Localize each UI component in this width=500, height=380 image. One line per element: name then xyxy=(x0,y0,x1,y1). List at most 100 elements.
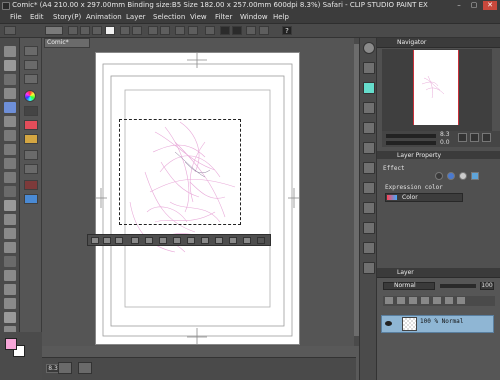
panel-icon[interactable] xyxy=(363,142,375,154)
move-layer-icon[interactable] xyxy=(4,88,16,99)
zoom-out-icon[interactable] xyxy=(470,133,479,142)
selection-launcher-button[interactable] xyxy=(229,237,237,244)
selection-marquee[interactable] xyxy=(119,119,241,225)
panel-icon[interactable] xyxy=(363,102,375,114)
blend-mode-select[interactable]: Normal xyxy=(383,282,435,290)
selection-launcher-button[interactable] xyxy=(243,237,251,244)
camera-icon[interactable] xyxy=(58,362,72,374)
sub-tool-item[interactable] xyxy=(24,106,38,116)
opacity-slider[interactable] xyxy=(440,284,476,288)
effect-color-icon[interactable] xyxy=(447,172,455,180)
color-set-icon[interactable] xyxy=(24,134,38,144)
decoration-tool-icon[interactable] xyxy=(4,186,16,197)
fit-icon[interactable] xyxy=(482,133,491,142)
material-icon[interactable] xyxy=(24,180,38,190)
invert-selection-icon[interactable] xyxy=(188,26,198,35)
snap-icon[interactable] xyxy=(220,26,230,35)
tool-menu-icon[interactable] xyxy=(4,26,16,35)
menu-animation[interactable]: Animation xyxy=(86,13,122,21)
navigator-zoom-value[interactable]: 8.3 xyxy=(440,131,450,138)
selection-launcher-button[interactable] xyxy=(173,237,181,244)
material-icon[interactable] xyxy=(24,194,38,204)
menu-filter[interactable]: Filter xyxy=(215,13,232,21)
opacity-field[interactable]: 100 xyxy=(480,282,494,290)
ruler-tool-icon[interactable] xyxy=(4,284,16,295)
pen-tool-icon[interactable] xyxy=(4,130,16,141)
help-icon[interactable]: ? xyxy=(282,26,292,35)
selection-launcher-button[interactable] xyxy=(91,237,99,244)
selection-launcher-button[interactable] xyxy=(103,237,111,244)
frame-border-icon[interactable] xyxy=(4,270,16,281)
layer-tool-icon[interactable] xyxy=(409,297,417,304)
menu-selection[interactable]: Selection xyxy=(153,13,185,21)
fill-tool-icon[interactable] xyxy=(4,228,16,239)
panel-icon[interactable] xyxy=(363,182,375,194)
move-tool-icon[interactable] xyxy=(4,60,16,71)
operation-tool-icon[interactable] xyxy=(4,74,16,85)
panel-icon[interactable] xyxy=(363,122,375,134)
zoom-slider[interactable] xyxy=(386,134,436,138)
navigator-angle-value[interactable]: 0.0 xyxy=(440,139,450,146)
open-icon[interactable] xyxy=(80,26,90,35)
layer-tool-icon[interactable] xyxy=(385,297,393,304)
selection-launcher-button[interactable] xyxy=(159,237,167,244)
undo-icon[interactable] xyxy=(120,26,130,35)
close-button[interactable]: ✕ xyxy=(483,1,497,10)
redo-icon[interactable] xyxy=(132,26,142,35)
sub-tool-item[interactable] xyxy=(24,164,38,174)
menu-help[interactable]: Help xyxy=(273,13,289,21)
zoom-in-icon[interactable] xyxy=(458,133,467,142)
layer-tool-icon[interactable] xyxy=(421,297,429,304)
airbrush-icon[interactable] xyxy=(4,172,16,183)
figure-tool-icon[interactable] xyxy=(4,256,16,267)
brush-tool-icon[interactable] xyxy=(4,158,16,169)
selection-launcher-button[interactable] xyxy=(145,237,153,244)
sub-tool-item[interactable] xyxy=(24,60,38,70)
zoom-tool-icon[interactable] xyxy=(4,46,16,57)
minimize-button[interactable]: – xyxy=(452,1,466,10)
layer-tool-icon[interactable] xyxy=(457,297,465,304)
menu-story[interactable]: Story(P) xyxy=(53,13,81,21)
maximize-button[interactable]: ▢ xyxy=(467,1,481,10)
navigator-preview[interactable] xyxy=(382,49,492,131)
layer-row[interactable]: 100 % Normal xyxy=(381,315,494,333)
selection-launcher-menu-icon[interactable] xyxy=(257,237,265,244)
paper-color-icon[interactable] xyxy=(105,26,115,35)
menu-layer[interactable]: Layer xyxy=(126,13,146,21)
subview-icon[interactable] xyxy=(363,62,375,74)
selection-tool-icon[interactable] xyxy=(4,102,16,113)
record-icon[interactable] xyxy=(78,362,92,374)
document-tab[interactable]: Comic* xyxy=(44,38,90,48)
layer-tool-icon[interactable] xyxy=(445,297,453,304)
text-tool-icon[interactable] xyxy=(4,298,16,309)
color-set-icon[interactable] xyxy=(24,120,38,130)
sub-tool-item[interactable] xyxy=(24,74,38,84)
snap-ruler-icon[interactable] xyxy=(232,26,242,35)
ruler-icon[interactable] xyxy=(205,26,215,35)
foreground-color-swatch[interactable] xyxy=(5,338,17,350)
effect-tone-icon[interactable] xyxy=(459,172,467,180)
panel-icon[interactable] xyxy=(363,242,375,254)
color-wheel-icon[interactable] xyxy=(24,90,36,102)
eyedropper-icon[interactable] xyxy=(4,116,16,127)
grid-icon[interactable] xyxy=(246,26,256,35)
rotate-slider[interactable] xyxy=(386,141,436,145)
effect-border-icon[interactable] xyxy=(435,172,443,180)
layer-tool-icon[interactable] xyxy=(397,297,405,304)
navigator-icon[interactable] xyxy=(363,42,375,54)
pencil-tool-icon[interactable] xyxy=(4,144,16,155)
deselect-icon[interactable] xyxy=(160,26,170,35)
selection-launcher-button[interactable] xyxy=(187,237,195,244)
eraser-icon[interactable] xyxy=(4,200,16,211)
new-icon[interactable] xyxy=(68,26,78,35)
menu-view[interactable]: View xyxy=(190,13,207,21)
eye-icon[interactable] xyxy=(45,26,63,35)
artist-icon[interactable] xyxy=(363,82,375,94)
panel-icon[interactable] xyxy=(363,222,375,234)
selection-launcher-button[interactable] xyxy=(215,237,223,244)
eye-icon[interactable] xyxy=(385,321,392,326)
sub-tool-collapse-icon[interactable] xyxy=(24,46,38,56)
balloon-tool-icon[interactable] xyxy=(4,312,16,323)
menu-file[interactable]: File xyxy=(10,13,22,21)
save-icon[interactable] xyxy=(92,26,102,35)
